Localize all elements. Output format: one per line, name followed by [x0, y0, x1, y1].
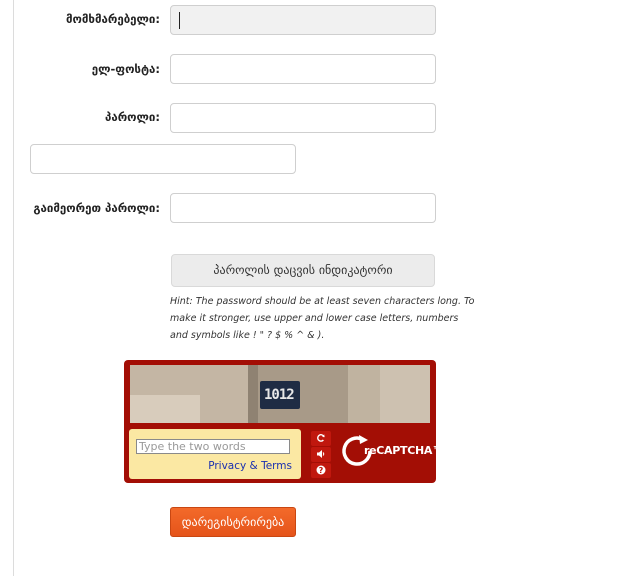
captcha-image: 1012: [130, 365, 430, 423]
email-label: ელ-ფოსტა:: [91, 62, 160, 76]
confirm-password-label: გაიმეორეთ პაროლი:: [33, 201, 160, 215]
captcha-image-text: 1012: [264, 387, 295, 403]
refresh-glyph: [317, 434, 325, 442]
password-strength-indicator: პაროლის დაცვის ინდიკატორი: [171, 254, 435, 287]
help-icon[interactable]: ?: [311, 463, 331, 478]
register-button[interactable]: დარეგისტრირება: [170, 507, 296, 537]
recaptcha-widget: 1012 Type the two words Privacy & Terms …: [124, 360, 443, 483]
svg-text:?: ?: [319, 466, 324, 475]
speaker-glyph: [317, 450, 325, 458]
password-input[interactable]: [170, 103, 436, 133]
confirm-password-input[interactable]: [170, 193, 436, 223]
privacy-terms-link[interactable]: Privacy & Terms: [208, 460, 292, 472]
captcha-response-input[interactable]: Type the two words: [136, 439, 290, 454]
password-hint: Hint: The password should be at least se…: [170, 296, 475, 341]
recaptcha-logo: reCAPTCHA™: [337, 431, 443, 473]
audio-icon[interactable]: [311, 447, 331, 462]
username-input[interactable]: [170, 5, 436, 35]
text-caret: [179, 12, 180, 29]
page-left-border: [13, 0, 14, 576]
recaptcha-brand: reCAPTCHA™: [364, 444, 443, 457]
refresh-icon[interactable]: [311, 431, 331, 446]
extra-input[interactable]: [30, 144, 296, 174]
email-input[interactable]: [170, 54, 436, 84]
captcha-input-area: Type the two words Privacy & Terms: [129, 429, 301, 479]
username-label: მომხმარებელი:: [65, 12, 160, 26]
password-label: პაროლი:: [104, 110, 160, 124]
question-glyph: ?: [316, 465, 326, 475]
